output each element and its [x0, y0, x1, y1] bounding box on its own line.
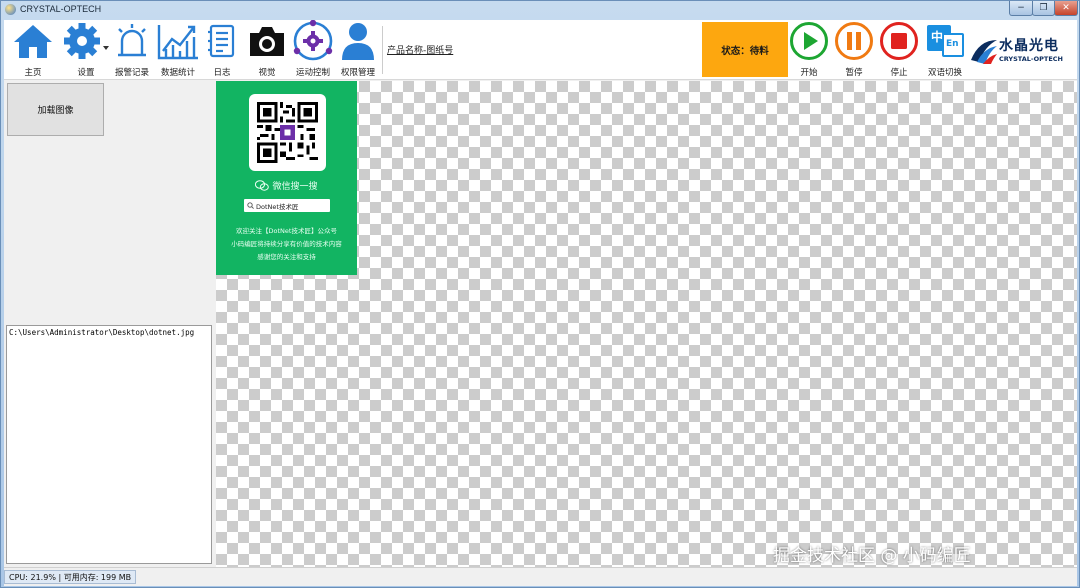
- pause-icon: [834, 20, 874, 62]
- wechat-icon: [255, 180, 270, 191]
- card-search-box: DotNet技术匠: [244, 199, 330, 212]
- system-stats: CPU: 21.9% | 可用内存: 199 MB: [4, 570, 137, 584]
- card-text-line-1: 欢迎关注【DotNet技术匠】公众号: [236, 227, 337, 235]
- pause-button[interactable]: 暂停: [834, 20, 874, 80]
- watermark-text: 掘金技术社区 @ 小码编匠: [773, 546, 971, 566]
- wechat-search-line: 微信搜一搜: [216, 179, 357, 192]
- image-path-textbox[interactable]: C:\Users\Administrator\Desktop\dotnet.jp…: [6, 325, 212, 564]
- log-label: 日志: [213, 68, 231, 78]
- toolbar: 主页 设置 报警记录 数据统计 日志 视觉 运动控制 权限管理 产品名称-图纸号…: [4, 20, 1077, 80]
- home-button[interactable]: 主页: [11, 20, 55, 80]
- stop-label: 停止: [890, 68, 908, 78]
- chart-icon: [156, 20, 200, 62]
- motion-label: 运动控制: [295, 68, 330, 78]
- stats-label: 数据统计: [160, 68, 195, 78]
- home-label: 主页: [24, 68, 42, 78]
- client-area: 主页 设置 报警记录 数据统计 日志 视觉 运动控制 权限管理 产品名称-图纸号…: [4, 20, 1077, 586]
- language-cn-text: 中: [931, 30, 944, 44]
- app-window: CRYSTAL-OPTECH − ❐ ✕ 主页 设置 报警记录 数据统计 日志 …: [0, 0, 1080, 588]
- minimize-button[interactable]: −: [1009, 1, 1033, 16]
- product-name-link[interactable]: 产品名称-图纸号: [387, 43, 453, 56]
- card-text-line-3: 感谢您的关注和支持: [257, 253, 316, 261]
- language-icon: 中 En: [925, 20, 965, 62]
- alarm-label: 报警记录: [114, 68, 149, 78]
- status-bar: CPU: 21.9% | 可用内存: 199 MB: [4, 567, 1077, 586]
- stop-button[interactable]: 停止: [879, 20, 919, 80]
- alarm-icon: [114, 20, 150, 62]
- logo-en-text: CRYSTAL-OPTECH: [999, 55, 1063, 63]
- language-button[interactable]: 中 En 双语切换: [923, 20, 967, 80]
- card-text-line-2: 小码编匠将持续分享有价值的技术内容: [231, 240, 342, 248]
- log-icon: [207, 20, 237, 62]
- motion-icon: [291, 20, 335, 62]
- home-icon: [12, 20, 54, 62]
- permission-button[interactable]: 权限管理: [338, 20, 378, 80]
- status-indicator: 状态：待料: [702, 22, 788, 77]
- search-icon: [247, 202, 254, 209]
- image-path-text: C:\Users\Administrator\Desktop\dotnet.jp…: [9, 328, 195, 337]
- permission-label: 权限管理: [340, 68, 375, 78]
- camera-icon: [248, 20, 286, 62]
- settings-button[interactable]: 设置: [58, 20, 114, 80]
- card-search-text: DotNet技术匠: [256, 202, 299, 211]
- language-label: 双语切换: [927, 68, 962, 78]
- stop-icon: [879, 20, 919, 62]
- company-logo: 水晶光电 CRYSTAL-OPTECH: [969, 34, 1077, 68]
- vision-button[interactable]: 视觉: [247, 20, 287, 80]
- logo-mark-icon: [971, 40, 997, 64]
- settings-label: 设置: [77, 68, 95, 78]
- qr-code-image: [249, 94, 326, 171]
- window-title: CRYSTAL-OPTECH: [20, 4, 102, 14]
- motion-button[interactable]: 运动控制: [291, 20, 335, 80]
- wechat-search-text: 微信搜一搜: [272, 182, 318, 192]
- vision-label: 视觉: [258, 68, 276, 78]
- start-label: 开始: [800, 68, 818, 78]
- load-image-button[interactable]: 加载图像: [7, 83, 104, 136]
- maximize-button[interactable]: ❐: [1032, 1, 1055, 16]
- user-icon: [340, 20, 376, 62]
- pause-label: 暂停: [845, 68, 863, 78]
- image-display-canvas[interactable]: 微信搜一搜 DotNet技术匠 欢迎关注【DotNet技术匠】公众号 小码编匠将…: [216, 81, 1077, 567]
- start-button[interactable]: 开始: [789, 20, 829, 80]
- title-bar[interactable]: CRYSTAL-OPTECH − ❐ ✕: [1, 1, 1079, 19]
- log-button[interactable]: 日志: [205, 20, 239, 80]
- gear-icon: [62, 20, 110, 62]
- toolbar-separator: [382, 26, 383, 74]
- stats-button[interactable]: 数据统计: [156, 20, 200, 80]
- language-en-text: En: [946, 39, 959, 49]
- alarm-button[interactable]: 报警记录: [114, 20, 150, 80]
- close-button[interactable]: ✕: [1054, 1, 1078, 16]
- logo-cn-text: 水晶光电: [999, 38, 1059, 54]
- loaded-image: 微信搜一搜 DotNet技术匠 欢迎关注【DotNet技术匠】公众号 小码编匠将…: [216, 81, 357, 275]
- app-icon: [5, 4, 16, 15]
- play-icon: [789, 20, 829, 62]
